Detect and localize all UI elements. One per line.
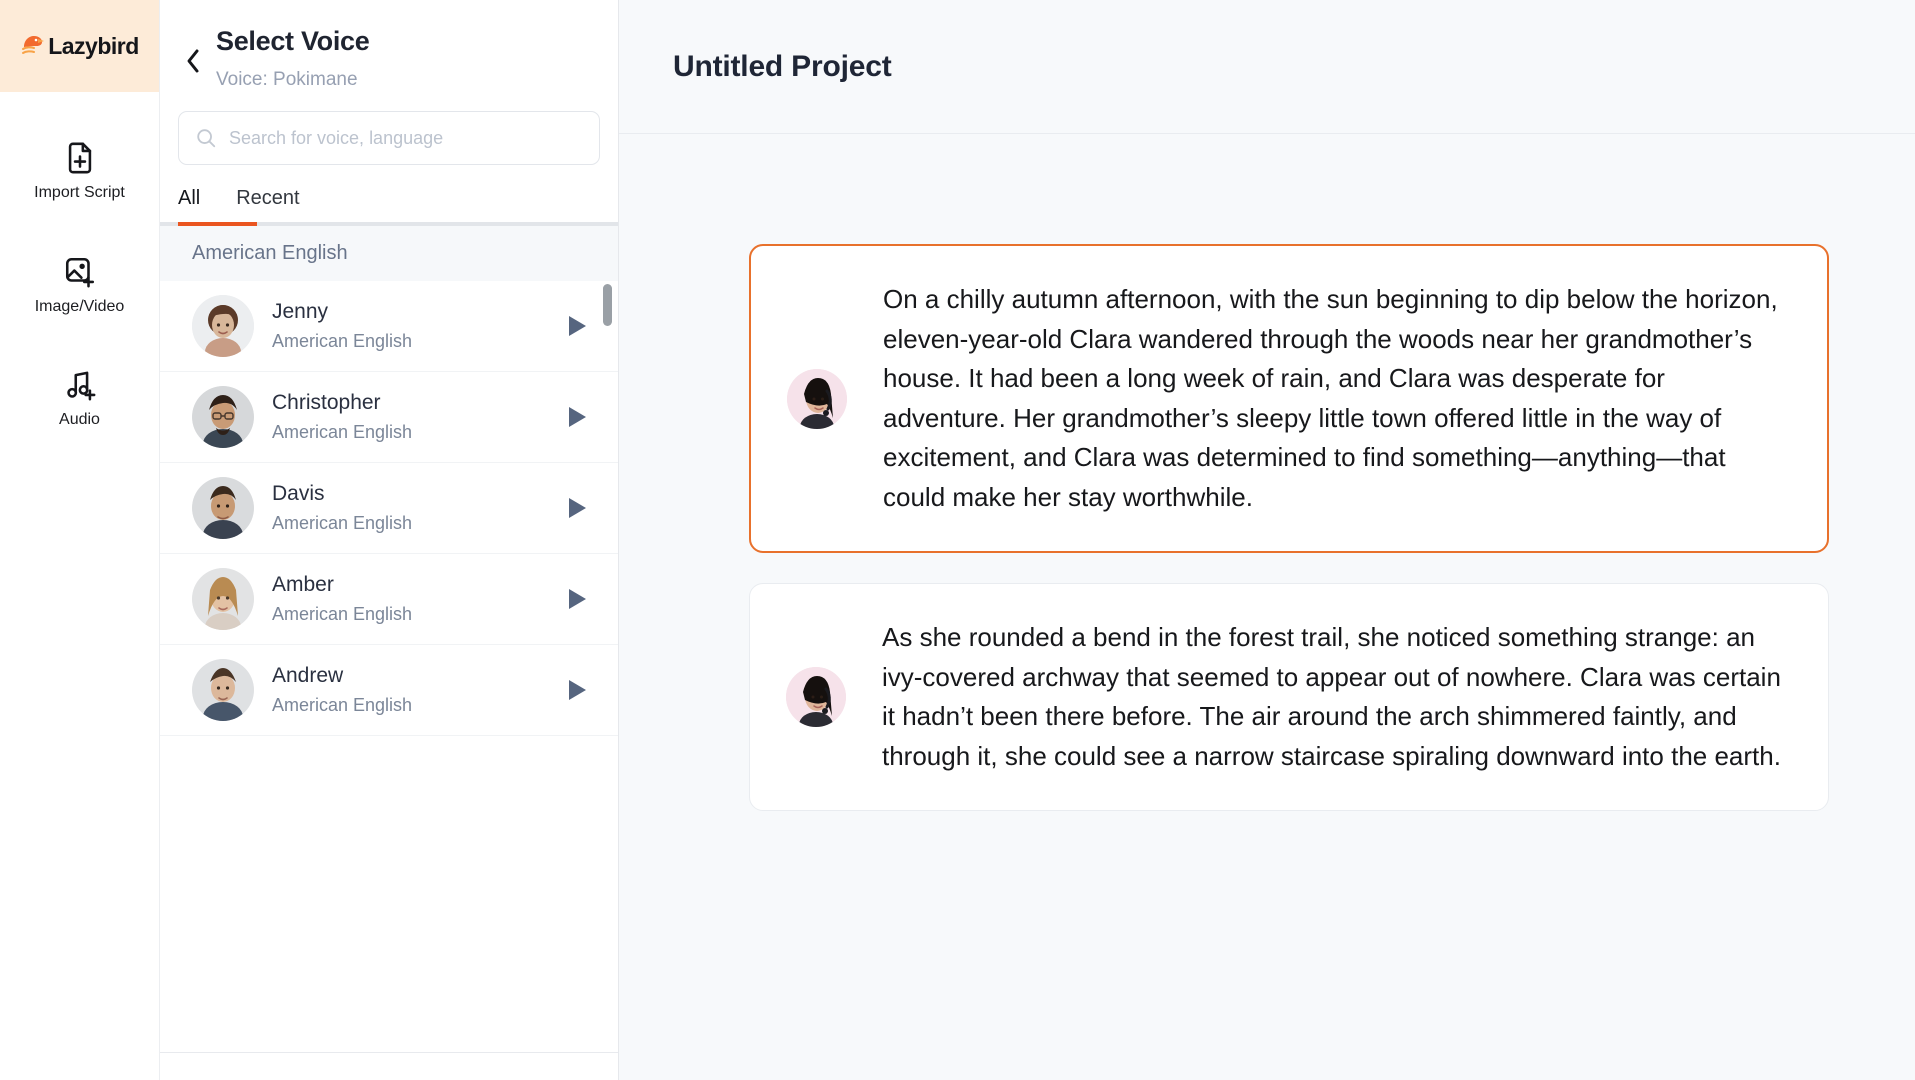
voice-name: Andrew xyxy=(272,664,544,688)
active-tab-indicator xyxy=(178,222,257,226)
app-root: Lazybird Import Script xyxy=(0,0,1915,1080)
voice-language: American English xyxy=(272,604,544,625)
brand-name: Lazybird xyxy=(48,33,139,60)
play-icon[interactable] xyxy=(562,402,592,432)
voice-meta: Andrew American English xyxy=(272,664,544,716)
voice-meta: Amber American English xyxy=(272,573,544,625)
avatar xyxy=(787,369,847,429)
image-plus-icon xyxy=(62,254,98,290)
voice-list[interactable]: Jenny American English xyxy=(160,281,618,1080)
rail-item-image-video[interactable]: Image/Video xyxy=(0,254,159,316)
script-block[interactable]: As she rounded a bend in the forest trai… xyxy=(749,583,1829,811)
voice-panel-title: Select Voice xyxy=(216,26,369,57)
voice-language: American English xyxy=(272,695,544,716)
file-plus-icon xyxy=(62,140,98,176)
script-block-text[interactable]: On a chilly autumn afternoon, with the s… xyxy=(883,280,1787,517)
voice-name: Christopher xyxy=(272,391,544,415)
avatar xyxy=(192,295,254,357)
voice-search-box[interactable] xyxy=(178,111,600,165)
list-item[interactable]: Andrew American English xyxy=(160,645,618,736)
avatar xyxy=(192,659,254,721)
bird-logo-icon xyxy=(20,33,46,59)
play-icon[interactable] xyxy=(562,675,592,705)
rail-item-label: Import Script xyxy=(34,184,125,202)
brand-header: Lazybird xyxy=(0,0,159,92)
voice-meta: Jenny American English xyxy=(272,300,544,352)
page-title[interactable]: Untitled Project xyxy=(673,50,892,84)
voice-tabs: All Recent xyxy=(160,187,618,226)
voice-panel-footer xyxy=(160,1052,618,1080)
play-icon[interactable] xyxy=(562,584,592,614)
avatar xyxy=(786,667,846,727)
tab-recent[interactable]: Recent xyxy=(236,187,299,226)
list-item[interactable]: Davis American English xyxy=(160,463,618,554)
voice-search-input[interactable] xyxy=(229,128,583,149)
voice-language: American English xyxy=(272,422,544,443)
rail-item-label: Image/Video xyxy=(35,298,125,316)
rail-item-audio[interactable]: Audio xyxy=(0,367,159,429)
scrollbar-thumb[interactable] xyxy=(603,284,612,326)
voice-name: Jenny xyxy=(272,300,544,324)
voice-meta: Davis American English xyxy=(272,482,544,534)
voice-language: American English xyxy=(272,513,544,534)
main-area: Untitled Project xyxy=(619,0,1915,1080)
voice-meta: Christopher American English xyxy=(272,391,544,443)
voice-name: Amber xyxy=(272,573,544,597)
voice-list-scrollbar[interactable] xyxy=(603,284,612,844)
search-icon xyxy=(195,127,217,149)
avatar xyxy=(192,568,254,630)
voice-search-wrap xyxy=(160,91,618,165)
play-icon[interactable] xyxy=(562,311,592,341)
script-block-text[interactable]: As she rounded a bend in the forest trai… xyxy=(882,618,1788,776)
avatar xyxy=(192,386,254,448)
list-item[interactable]: Jenny American English xyxy=(160,281,618,372)
left-rail: Lazybird Import Script xyxy=(0,0,160,1080)
music-plus-icon xyxy=(62,367,98,403)
voice-name: Davis xyxy=(272,482,544,506)
avatar xyxy=(192,477,254,539)
current-voice-label: Voice: Pokimane xyxy=(216,69,369,91)
rail-item-list: Import Script Image/Video xyxy=(0,92,159,429)
play-icon[interactable] xyxy=(562,493,592,523)
chevron-left-icon[interactable] xyxy=(178,38,208,84)
voice-group-header: American English xyxy=(160,226,618,281)
list-item[interactable]: Christopher American English xyxy=(160,372,618,463)
script-block[interactable]: On a chilly autumn afternoon, with the s… xyxy=(749,244,1829,553)
voice-language: American English xyxy=(272,331,544,352)
list-item[interactable]: Amber American English xyxy=(160,554,618,645)
voice-selection-panel: Select Voice Voice: Pokimane All Recent xyxy=(160,0,619,1080)
voice-panel-header: Select Voice Voice: Pokimane xyxy=(160,0,618,91)
tab-all[interactable]: All xyxy=(178,187,200,226)
main-header: Untitled Project xyxy=(619,0,1915,134)
tabs-underline xyxy=(160,222,618,226)
rail-item-label: Audio xyxy=(59,411,100,429)
voice-panel-titles: Select Voice Voice: Pokimane xyxy=(216,26,369,91)
script-canvas: On a chilly autumn afternoon, with the s… xyxy=(619,134,1915,1080)
rail-item-import-script[interactable]: Import Script xyxy=(0,140,159,202)
